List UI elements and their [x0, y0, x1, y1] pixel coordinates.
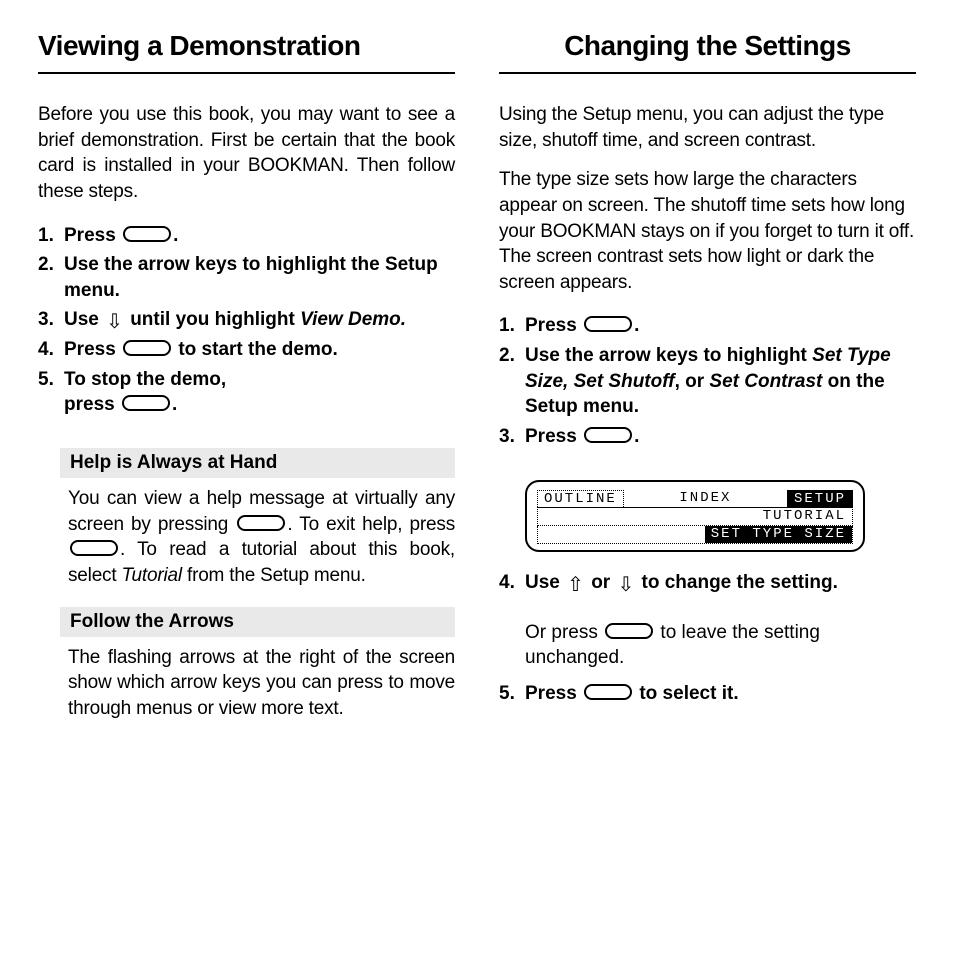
steps-right-cont: Use ⇧ or ⇩ to change the setting. — [499, 570, 916, 600]
note-arrows-body: The flashing arrows at the right of the … — [68, 645, 455, 722]
step-1: Press . — [38, 223, 455, 249]
enter-key-icon — [123, 340, 171, 356]
step-4-sub: Or press to leave the setting unchanged. — [499, 620, 916, 671]
step-3: Press . — [499, 424, 916, 450]
step-2: Use the arrow keys to highlight the Setu… — [38, 252, 455, 303]
right-column: Changing the Settings Using the Setup me… — [499, 30, 916, 924]
step-5: Press to select it. — [499, 681, 916, 707]
heading-changing-settings: Changing the Settings — [499, 30, 916, 74]
clear-key-icon — [122, 395, 170, 411]
steps-left: Press . Use the arrow keys to highlight … — [38, 223, 455, 422]
lcd-screen: OUTLINE INDEX SETUP TUTORIAL SET TYPE SI… — [525, 480, 865, 552]
step-4: Use ⇧ or ⇩ to change the setting. — [499, 570, 916, 596]
clear-key-icon — [605, 623, 653, 639]
step-3: Use ⇩ until you highlight View Demo. — [38, 307, 455, 333]
enter-key-icon — [584, 684, 632, 700]
step-2: Use the arrow keys to highlight Set Type… — [499, 343, 916, 420]
note-arrows-heading: Follow the Arrows — [60, 607, 455, 637]
step-4: Press to start the demo. — [38, 337, 455, 363]
intro-right-2: The type size sets how large the charact… — [499, 167, 916, 295]
enter-key-icon — [584, 427, 632, 443]
lcd-tab-outline: OUTLINE — [537, 490, 624, 508]
lcd-row-set-type-size: SET TYPE SIZE — [705, 526, 852, 543]
note-help-heading: Help is Always at Hand — [60, 448, 455, 478]
enter-key-icon — [123, 226, 171, 242]
lcd-row-tutorial: TUTORIAL — [537, 507, 853, 526]
help-key-icon — [237, 515, 285, 531]
note-help-body: You can view a help message at virtually… — [68, 486, 455, 589]
intro-right-1: Using the Setup menu, you can adjust the… — [499, 102, 916, 153]
lcd-tab-index: INDEX — [673, 490, 737, 508]
heading-viewing-demo: Viewing a Demonstration — [38, 30, 455, 74]
steps-right: Press . Use the arrow keys to highlight … — [499, 313, 916, 453]
step-1: Press . — [499, 313, 916, 339]
lcd-tab-setup: SETUP — [787, 490, 853, 508]
step-5: To stop the demo, press . — [38, 367, 455, 418]
lcd-tabs: OUTLINE INDEX SETUP — [537, 490, 853, 508]
left-column: Viewing a Demonstration Before you use t… — [38, 30, 455, 924]
steps-right-cont2: Press to select it. — [499, 681, 916, 711]
clear-key-icon — [70, 540, 118, 556]
intro-left: Before you use this book, you may want t… — [38, 102, 455, 205]
menu-key-icon — [584, 316, 632, 332]
